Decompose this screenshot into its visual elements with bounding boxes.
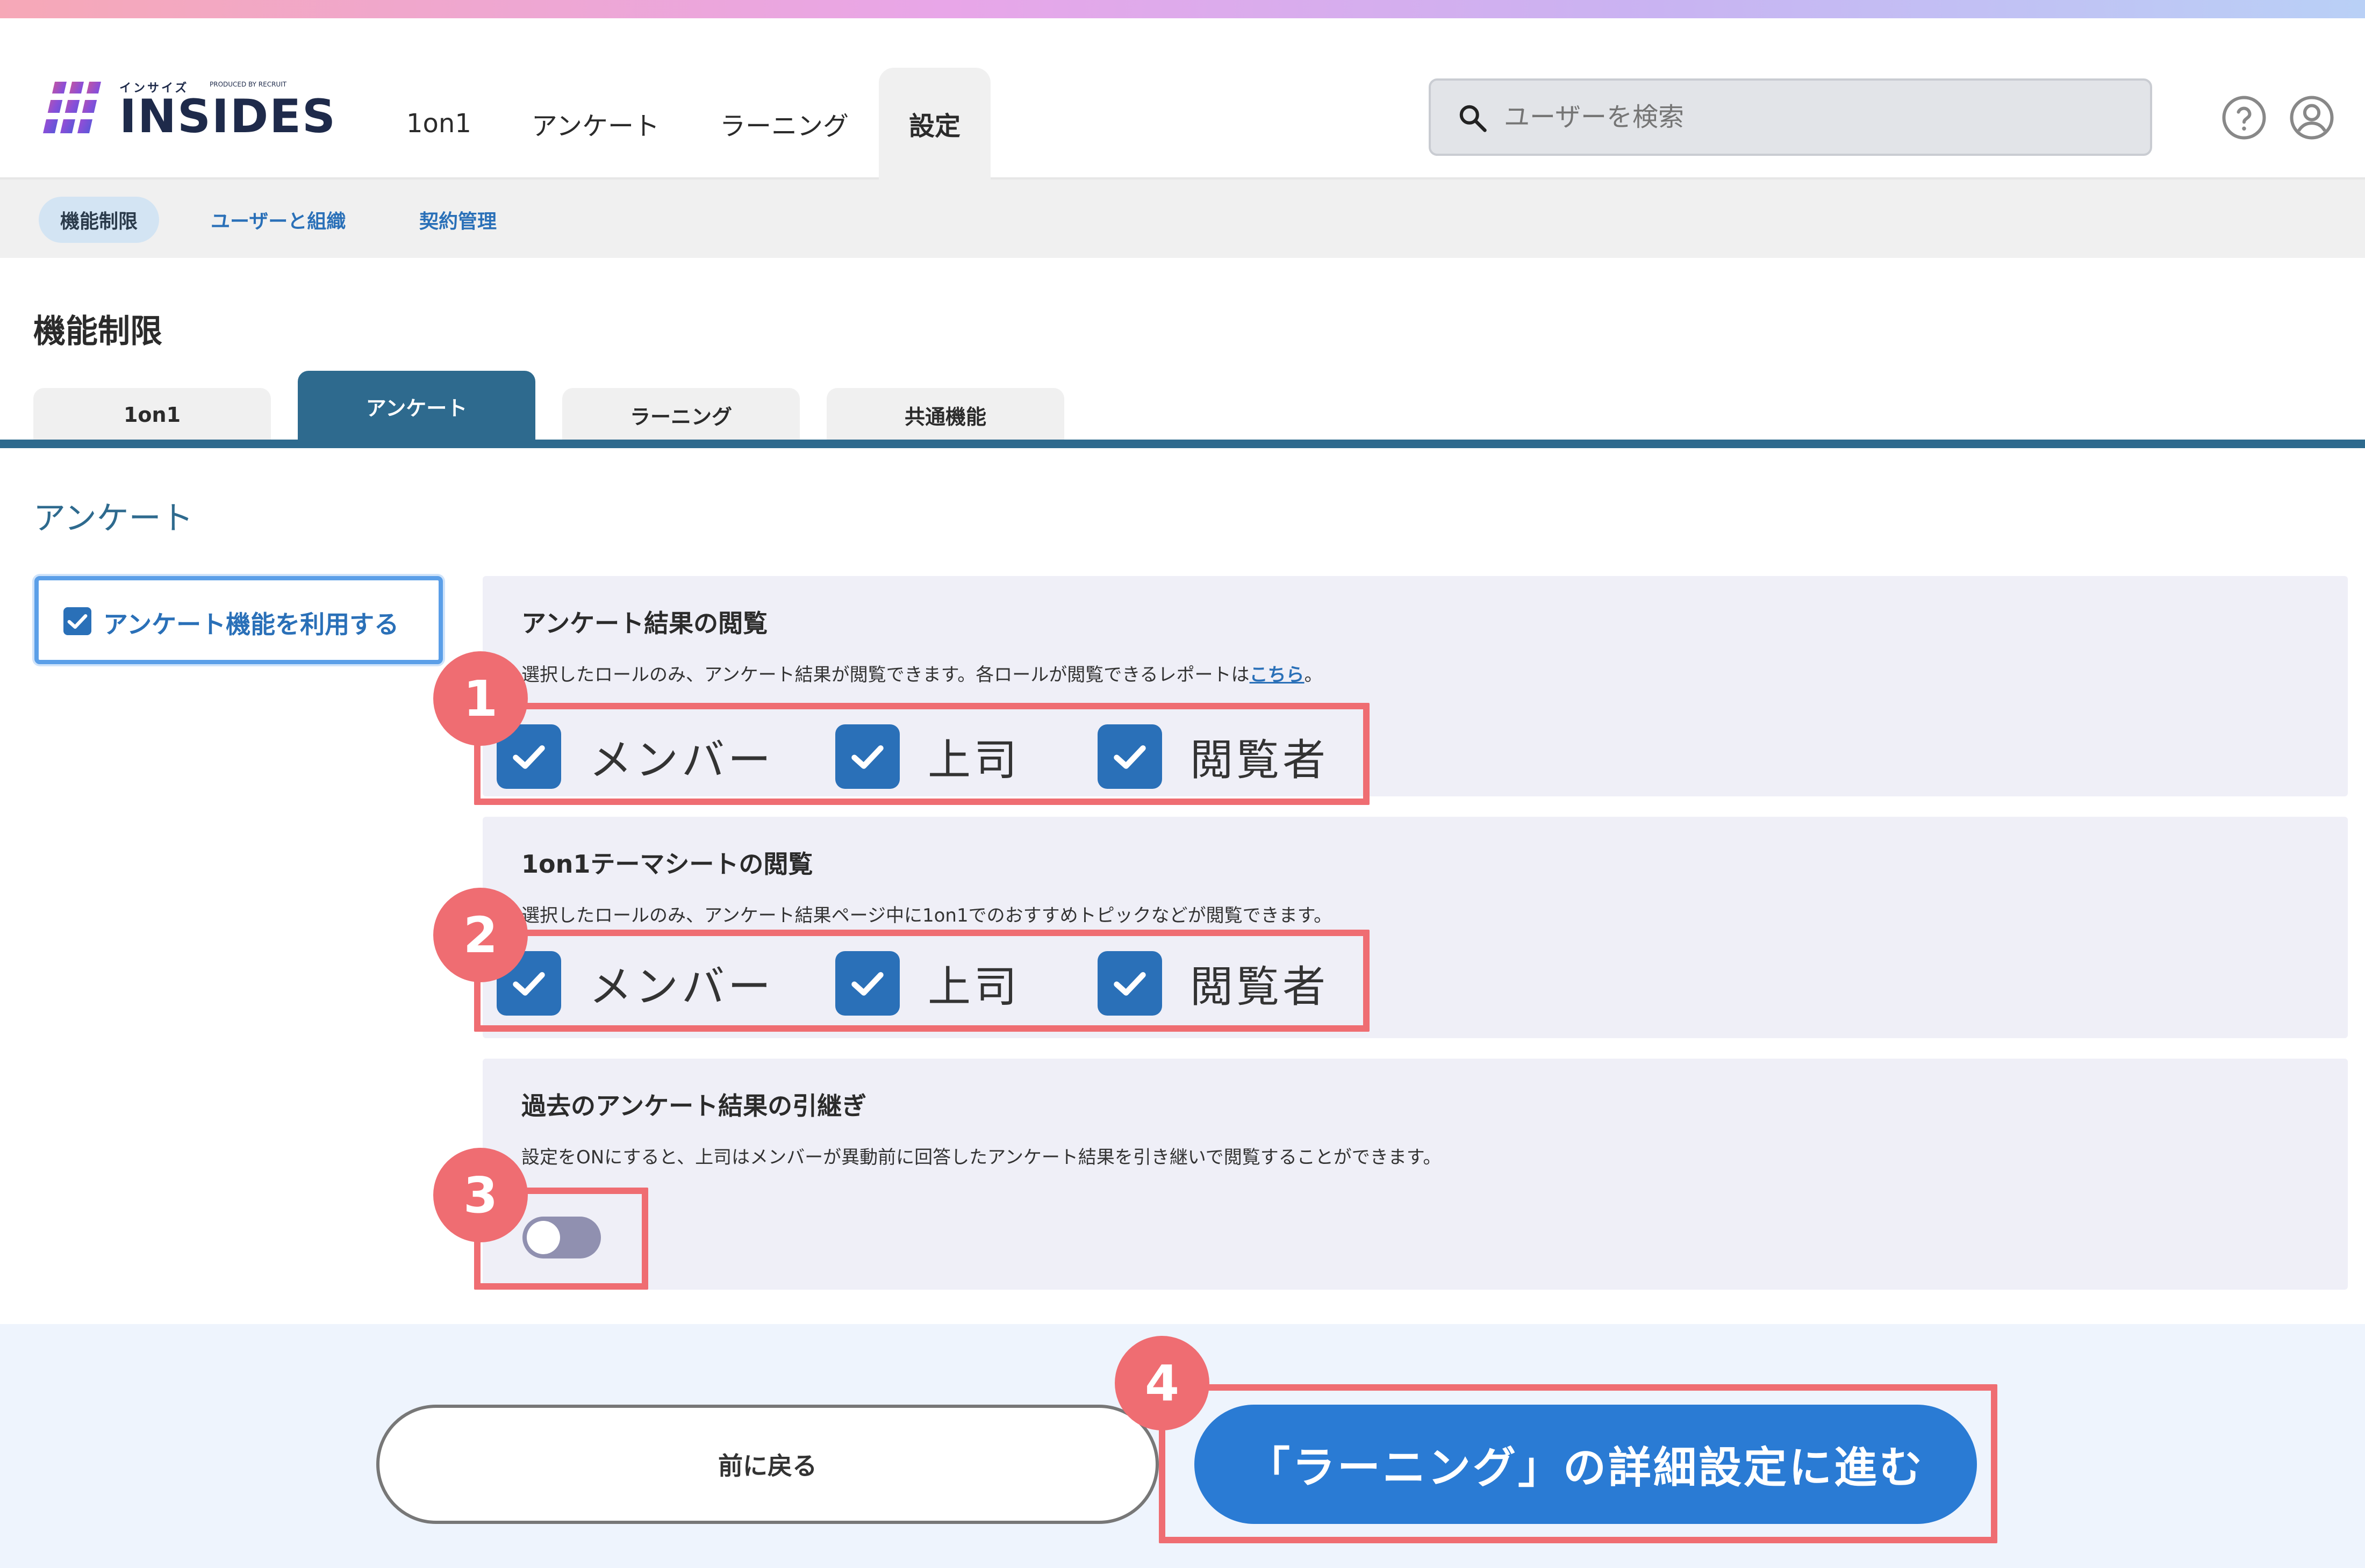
page-title: 機能制限 (33, 313, 162, 350)
tab-underline (0, 440, 2365, 448)
nav-item-settings[interactable]: 設定 (878, 68, 991, 179)
step-badge-1: 1 (433, 651, 528, 746)
nav-item-learning[interactable]: ラーニング (690, 68, 879, 179)
help-icon[interactable] (2220, 93, 2268, 142)
panel-inherit-past-results: 過去のアンケート結果の引継ぎ 設定をONにすると、上司はメンバーが異動前に回答し… (483, 1059, 2348, 1290)
highlight-box-1 (474, 703, 1370, 805)
panel-description: 設定をONにすると、上司はメンバーが異動前に回答したアンケート結果を引き継いで閲… (521, 1147, 1442, 1168)
back-button[interactable]: 前に戻る (376, 1405, 1159, 1524)
use-survey-feature-checkbox[interactable]: アンケート機能を利用する (34, 576, 443, 664)
panel-title: 1on1テーマシートの閲覧 (521, 850, 813, 879)
panel-description: 選択したロールのみ、アンケート結果ページ中に1on1でのおすすめトピックなどが閲… (521, 905, 1332, 926)
main-nav: 1on1 アンケート ラーニング 設定 (376, 68, 991, 179)
panel-title: 過去のアンケート結果の引継ぎ (521, 1091, 867, 1120)
logo-text: INSIDES (119, 90, 336, 143)
step-badge-4: 4 (1115, 1336, 1209, 1430)
nav-item-1on1[interactable]: 1on1 (376, 68, 501, 179)
subnav-contract-management[interactable]: 契約管理 (398, 197, 518, 243)
highlight-box-2 (474, 930, 1370, 1032)
nav-item-survey[interactable]: アンケート (501, 68, 690, 179)
description-text: 選択したロールのみ、アンケート結果が閲覧できます。各ロールが閲覧できるレポートは (521, 664, 1250, 686)
logo-mark-icon (39, 82, 109, 133)
user-account-icon[interactable] (2288, 93, 2336, 142)
step-badge-2: 2 (433, 888, 528, 982)
insides-logo[interactable]: インサイズ PRODUCED BY RECRUIT INSIDES (39, 66, 335, 141)
panel-title: アンケート結果の閲覧 (521, 609, 768, 638)
logo-produced-by: PRODUCED BY RECRUIT (210, 81, 287, 88)
reports-link[interactable]: こちら (1250, 664, 1305, 686)
subnav-feature-restrictions[interactable]: 機能制限 (39, 197, 160, 243)
panel-description: 選択したロールのみ、アンケート結果が閲覧できます。各ロールが閲覧できるレポートは… (521, 660, 1323, 686)
highlight-box-4 (1159, 1384, 1997, 1543)
tab-survey[interactable]: アンケート (298, 371, 535, 442)
user-search (1429, 78, 2152, 156)
settings-subnav: 機能制限 ユーザーと組織 契約管理 (0, 179, 2365, 258)
checkbox-checked[interactable] (63, 607, 91, 635)
step-badge-3: 3 (433, 1148, 528, 1242)
tab-learning[interactable]: ラーニング (562, 388, 800, 442)
checkmark-icon (67, 614, 88, 629)
use-survey-feature-label: アンケート機能を利用する (103, 610, 399, 639)
search-icon (1459, 105, 1487, 132)
top-gradient-bar (0, 0, 2365, 18)
description-tail: 。 (1304, 664, 1323, 686)
tab-common-features[interactable]: 共通機能 (827, 388, 1064, 442)
section-title: アンケート (33, 500, 194, 537)
tab-1on1[interactable]: 1on1 (33, 388, 271, 442)
app-header: インサイズ PRODUCED BY RECRUIT INSIDES 1on1 ア… (0, 18, 2365, 179)
subnav-users-and-org[interactable]: ユーザーと組織 (189, 197, 367, 243)
search-input[interactable] (1504, 91, 2122, 143)
